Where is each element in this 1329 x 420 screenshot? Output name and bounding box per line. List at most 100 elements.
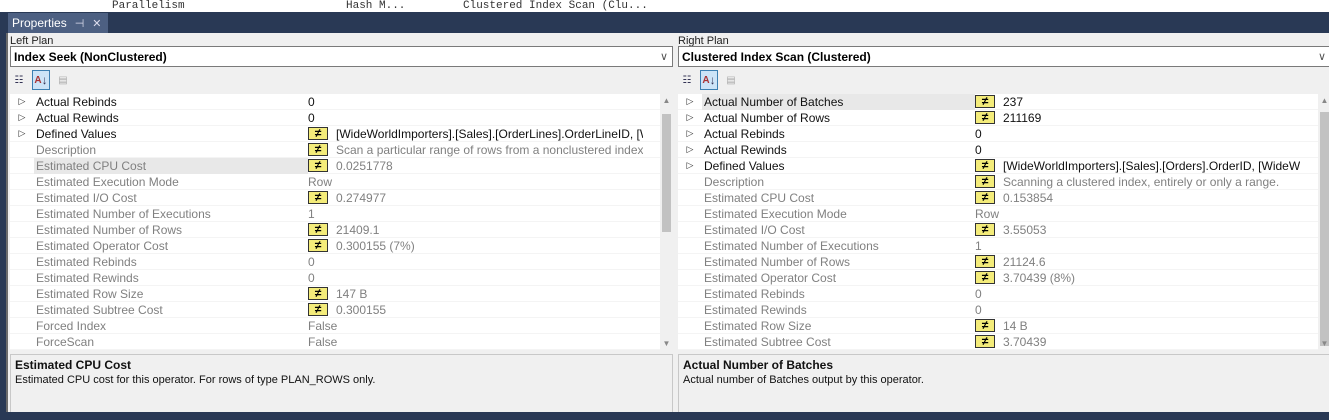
- property-row[interactable]: Estimated Rebinds 0: [678, 286, 1329, 302]
- property-row[interactable]: Estimated Rebinds 0: [10, 254, 673, 270]
- difference-icon: ≠: [308, 287, 328, 300]
- property-name: Estimated Subtree Cost: [36, 302, 163, 317]
- pin-icon[interactable]: ⊣: [75, 17, 85, 30]
- expand-arrow-icon[interactable]: ▷: [678, 144, 702, 155]
- categorized-button[interactable]: ☷: [678, 70, 696, 90]
- property-row[interactable]: Estimated Number of Rows ≠ 21124.6: [678, 254, 1329, 270]
- property-row[interactable]: Estimated Execution Mode Row: [678, 206, 1329, 222]
- scroll-down-icon[interactable]: ▼: [1318, 339, 1329, 348]
- selected-operator: Index Seek (NonClustered): [14, 50, 167, 64]
- property-row[interactable]: Estimated Rewinds 0: [10, 270, 673, 286]
- scroll-up-icon[interactable]: ▲: [1318, 96, 1329, 105]
- left-plan-pane: Left Plan Index Seek (NonClustered) ∨ ☷ A…: [8, 33, 673, 412]
- property-row[interactable]: Estimated Operator Cost ≠ 0.300155 (7%): [10, 238, 673, 254]
- property-row[interactable]: ForceScan False: [10, 334, 673, 350]
- property-name: Estimated Rebinds: [36, 254, 137, 269]
- plan-graphic-strip: Parallelism Hash M... Clustered Index Sc…: [0, 0, 1329, 12]
- scrollbar-thumb[interactable]: [662, 114, 671, 232]
- difference-icon: ≠: [975, 271, 995, 284]
- property-name: Description: [704, 174, 765, 189]
- property-row[interactable]: Estimated Number of Rows ≠ 21409.1: [10, 222, 673, 238]
- property-row[interactable]: Estimated I/O Cost ≠ 3.55053: [678, 222, 1329, 238]
- property-row[interactable]: Estimated Execution Mode Row: [10, 174, 673, 190]
- close-icon[interactable]: ✕: [92, 17, 101, 30]
- property-row[interactable]: Estimated Operator Cost ≠ 3.70439 (8%): [678, 270, 1329, 286]
- operator-select[interactable]: Clustered Index Scan (Clustered) ∨: [678, 46, 1329, 67]
- description-title: Actual Number of Batches: [683, 358, 834, 372]
- property-pages-button[interactable]: ▤: [722, 70, 740, 90]
- plan-node-label: Clustered Index Scan (Clu...: [463, 0, 648, 12]
- property-row[interactable]: ▷ Actual Number of Rows ≠ 211169: [678, 110, 1329, 126]
- alphabetical-button[interactable]: A ↓: [32, 70, 50, 90]
- grid-scrollbar[interactable]: ▲ ▼: [660, 94, 673, 350]
- property-name: Estimated CPU Cost: [34, 157, 308, 174]
- property-value: 0.274977: [336, 190, 387, 205]
- property-row[interactable]: Estimated Subtree Cost ≠ 3.70439: [678, 334, 1329, 350]
- property-value: 1: [975, 238, 982, 253]
- property-pages-button[interactable]: ▤: [54, 70, 72, 90]
- property-row[interactable]: Estimated Row Size ≠ 147 B: [10, 286, 673, 302]
- expand-arrow-icon[interactable]: ▷: [678, 112, 702, 123]
- property-value: 0: [308, 270, 315, 285]
- property-row[interactable]: ▷ Actual Number of Batches ≠ 237: [678, 94, 1329, 110]
- expand-arrow-icon[interactable]: ▷: [10, 112, 34, 123]
- property-row[interactable]: ▷ Actual Rewinds 0: [10, 110, 673, 126]
- property-row[interactable]: Estimated I/O Cost ≠ 0.274977: [10, 190, 673, 206]
- property-name: Defined Values: [36, 126, 117, 141]
- property-name: Estimated Number of Executions: [704, 238, 879, 253]
- expand-arrow-icon[interactable]: ▷: [678, 128, 702, 139]
- expand-arrow-icon[interactable]: ▷: [678, 96, 702, 107]
- alphabetical-button[interactable]: A ↓: [700, 70, 718, 90]
- property-row[interactable]: Estimated CPU Cost ≠ 0.153854: [678, 190, 1329, 206]
- property-value: Scan a particular range of rows from a n…: [336, 142, 643, 157]
- property-name: Forced Index: [36, 318, 107, 333]
- expand-arrow-icon[interactable]: ▷: [10, 128, 34, 139]
- property-row[interactable]: Description ≠ Scanning a clustered index,…: [678, 174, 1329, 190]
- difference-icon: ≠: [975, 95, 995, 108]
- property-name: Estimated I/O Cost: [36, 190, 137, 205]
- operator-select[interactable]: Index Seek (NonClustered) ∨: [10, 46, 673, 67]
- description-text: Actual number of Batches output by this …: [683, 374, 924, 386]
- scroll-down-icon[interactable]: ▼: [660, 339, 673, 348]
- chevron-down-icon: ∨: [1317, 51, 1326, 63]
- property-value: 3.70439 (8%): [1003, 270, 1076, 285]
- difference-icon: ≠: [308, 159, 328, 172]
- difference-icon: ≠: [975, 335, 995, 348]
- grid-scrollbar[interactable]: ▲ ▼: [1318, 94, 1329, 350]
- property-value: 0.153854: [1003, 190, 1054, 205]
- property-value: 147 B: [336, 286, 368, 301]
- property-name: Estimated Execution Mode: [36, 174, 179, 189]
- expand-arrow-icon[interactable]: ▷: [678, 160, 702, 171]
- property-name: Estimated CPU Cost: [704, 190, 815, 205]
- right-plan-pane: Right Plan Clustered Index Scan (Cluster…: [676, 33, 1329, 412]
- property-name: Estimated Rewinds: [36, 270, 139, 285]
- expand-arrow-icon[interactable]: ▷: [10, 96, 34, 107]
- property-value: 21124.6: [1003, 254, 1046, 269]
- property-row[interactable]: Estimated Row Size ≠ 14 B: [678, 318, 1329, 334]
- property-name: Actual Rebinds: [704, 126, 785, 141]
- plan-node-label: Parallelism: [112, 0, 185, 12]
- scrollbar-thumb[interactable]: [1320, 112, 1329, 346]
- property-row[interactable]: Estimated Subtree Cost ≠ 0.300155: [10, 302, 673, 318]
- property-row[interactable]: ▷ Actual Rebinds 0: [678, 126, 1329, 142]
- property-name: ForceScan: [36, 334, 95, 349]
- property-grid: ▷ Actual Rebinds 0 ▷ Actual Rewinds 0 ▷ …: [10, 94, 673, 350]
- property-name: Estimated Operator Cost: [704, 270, 837, 285]
- property-row[interactable]: Forced Index False: [10, 318, 673, 334]
- property-row[interactable]: Estimated CPU Cost ≠ 0.0251778: [10, 157, 673, 174]
- property-row[interactable]: ▷ Defined Values ≠ [WideWorldImporters].[…: [678, 158, 1329, 174]
- categorized-button[interactable]: ☷: [10, 70, 28, 90]
- property-row[interactable]: Estimated Number of Executions 1: [678, 238, 1329, 254]
- property-row[interactable]: ▷ Actual Rebinds 0: [10, 94, 673, 110]
- property-row[interactable]: ▷ Defined Values ≠ [WideWorldImporters].[…: [10, 126, 673, 142]
- tab-properties[interactable]: Properties ⊣ ✕: [8, 13, 108, 33]
- scroll-up-icon[interactable]: ▲: [660, 96, 673, 105]
- property-row[interactable]: Estimated Number of Executions 1: [10, 206, 673, 222]
- description-text: Estimated CPU cost for this operator. Fo…: [15, 374, 376, 386]
- difference-icon: ≠: [308, 239, 328, 252]
- property-row[interactable]: ▷ Actual Rewinds 0: [678, 142, 1329, 158]
- property-value: False: [308, 318, 338, 333]
- property-value: 21409.1: [336, 222, 380, 237]
- property-row[interactable]: Description ≠ Scan a particular range of …: [10, 142, 673, 158]
- property-row[interactable]: Estimated Rewinds 0: [678, 302, 1329, 318]
